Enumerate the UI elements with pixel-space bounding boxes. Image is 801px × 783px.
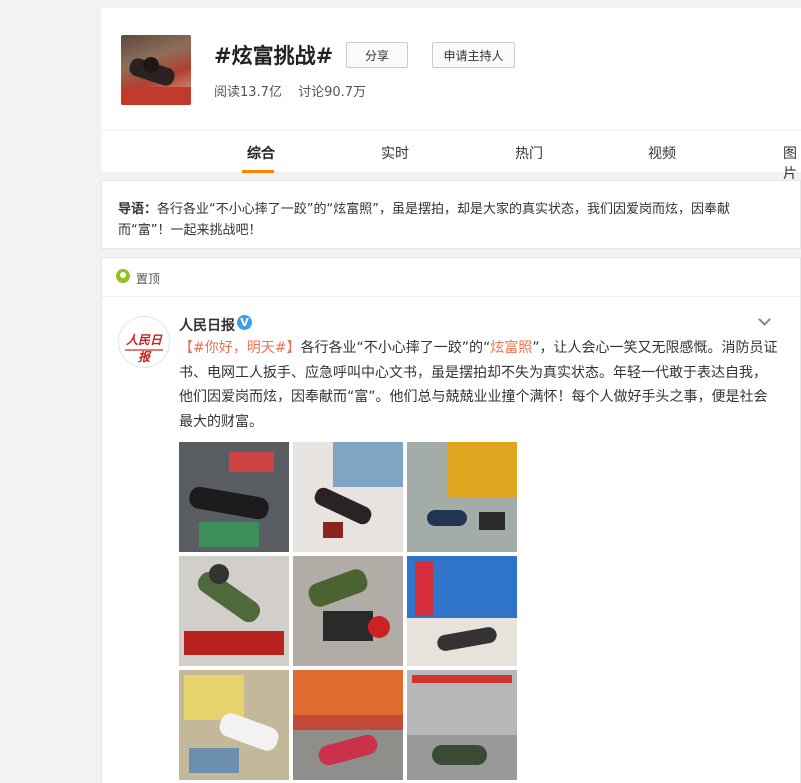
avatar-logo-text: 人民日报 — [125, 333, 162, 364]
tab-comprehensive[interactable]: 综合 — [247, 143, 275, 163]
topic-cover-image — [121, 35, 191, 105]
photo-2[interactable] — [293, 442, 403, 552]
post-text-part-1: 各行各业“不小心摔了一跤”的“ — [300, 340, 491, 356]
chevron-down-icon[interactable] — [756, 312, 774, 330]
share-button[interactable]: 分享 — [346, 42, 408, 68]
photo-7[interactable] — [179, 670, 289, 780]
tab-realtime[interactable]: 实时 — [381, 143, 409, 163]
topic-intro: 导语：各行各业“不小心摔了一跤”的“炫富照”，虽是摆拍，却是大家的真实状态，我们… — [101, 180, 801, 249]
photo-3[interactable] — [407, 442, 517, 552]
verified-v-icon: V — [237, 315, 252, 330]
tab-video[interactable]: 视频 — [648, 143, 676, 163]
location-pin-icon — [116, 269, 130, 283]
post-hashtag[interactable]: 【#你好，明天#】 — [179, 340, 300, 356]
photo-1[interactable] — [179, 442, 289, 552]
photo-6[interactable] — [407, 556, 517, 666]
photo-8[interactable] — [293, 670, 403, 780]
post-highlight[interactable]: 炫富照 — [490, 340, 532, 356]
photo-5[interactable] — [293, 556, 403, 666]
intro-text: 各行各业“不小心摔了一跤”的“炫富照”，虽是摆拍，却是大家的真实状态，我们因爱岗… — [118, 202, 730, 238]
apply-host-button[interactable]: 申请主持人 — [432, 42, 515, 68]
read-count: 阅读13.7亿 — [214, 85, 282, 100]
discussion-count: 讨论90.7万 — [298, 85, 367, 100]
photo-9[interactable] — [407, 670, 517, 780]
tab-hot[interactable]: 热门 — [515, 143, 543, 163]
photo-4[interactable] — [179, 556, 289, 666]
avatar[interactable]: 人民日报 — [118, 316, 170, 368]
intro-label: 导语： — [118, 202, 158, 217]
active-tab-indicator — [242, 170, 274, 173]
topic-title: #炫富挑战# — [214, 44, 334, 68]
topic-tabs: 综合 实时 热门 视频 图片 — [101, 130, 801, 182]
tab-images[interactable]: 图片 — [783, 143, 801, 183]
post-author[interactable]: 人民日报 — [179, 315, 235, 335]
post-text: 【#你好，明天#】各行各业“不小心摔了一跤”的“炫富照”，让人会心一笑又无限感慨… — [179, 336, 779, 434]
pinned-label: 置顶 — [136, 272, 161, 286]
topic-header: #炫富挑战# 分享 申请主持人 阅读13.7亿 讨论90.7万 — [101, 8, 801, 130]
topic-stats: 阅读13.7亿 讨论90.7万 — [214, 81, 378, 100]
feed: 置顶 人民日报 人民日报 V 【#你好，明天#】各行各业“不小心摔了一跤”的“炫… — [101, 257, 801, 783]
pinned-bar: 置顶 — [102, 258, 800, 297]
